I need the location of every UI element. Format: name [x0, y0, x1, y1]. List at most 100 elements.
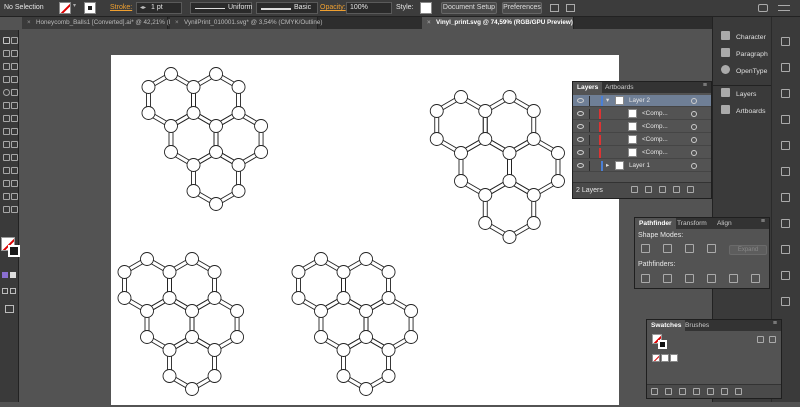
cloud-sync-icon[interactable]: [679, 388, 686, 395]
dock-character[interactable]: Character: [721, 31, 766, 45]
perspective-grid-icon[interactable]: [11, 141, 18, 148]
show-kinds-icon[interactable]: [665, 388, 672, 395]
selection-tool-icon[interactable]: [3, 37, 10, 44]
symbols-panel-icon[interactable]: [781, 141, 790, 150]
mesh-tool-icon[interactable]: [3, 154, 10, 161]
locate-object-icon[interactable]: [631, 186, 638, 193]
new-sublayer-icon[interactable]: [659, 186, 666, 193]
fill-dropdown[interactable]: ▾: [73, 2, 81, 14]
dock-paragraph[interactable]: Paragraph: [721, 48, 768, 62]
gradient-panel-icon[interactable]: [781, 193, 790, 202]
swatch-white[interactable]: [661, 354, 669, 362]
blend-tool-icon[interactable]: [11, 167, 18, 174]
sublayer-row[interactable]: <Comp...: [573, 108, 711, 120]
layer-row[interactable]: ▸ Layer 1: [573, 160, 711, 172]
tab-vynilprint[interactable]: × VynilPrint_010001.svg* @ 3,54% (CMYK/Ou…: [170, 17, 322, 29]
brush-select[interactable]: Basic: [256, 2, 318, 14]
tab-layers[interactable]: Layers: [573, 82, 603, 93]
draw-normal-icon[interactable]: [2, 288, 8, 294]
panel-options-icon[interactable]: [758, 4, 768, 12]
stroke-swatch-icon[interactable]: [658, 340, 667, 349]
minus-back-icon[interactable]: [751, 274, 760, 283]
type-tool-icon[interactable]: [3, 76, 10, 83]
line-tool-icon[interactable]: [11, 76, 18, 83]
new-layer-icon[interactable]: [673, 186, 680, 193]
slice-tool-icon[interactable]: [11, 193, 18, 200]
stroke-swatch[interactable]: [84, 2, 96, 14]
gradient-tool-icon[interactable]: [11, 154, 18, 161]
direct-selection-tool-icon[interactable]: [11, 37, 18, 44]
brushes-panel-icon[interactable]: [781, 115, 790, 124]
make-clipping-mask-icon[interactable]: [645, 186, 652, 193]
dock-artboards[interactable]: Artboards: [721, 105, 765, 119]
target-icon[interactable]: [691, 98, 697, 104]
eyedropper-icon[interactable]: [3, 167, 10, 174]
eraser-icon[interactable]: [11, 102, 18, 109]
swatch-registration[interactable]: [670, 354, 678, 362]
color-guide-icon[interactable]: [781, 63, 790, 72]
target-icon[interactable]: [691, 150, 697, 156]
tab-swatches[interactable]: Swatches: [647, 320, 686, 331]
menu-icon[interactable]: [778, 5, 790, 11]
paintbrush-icon[interactable]: [11, 89, 18, 96]
draw-behind-icon[interactable]: [10, 288, 16, 294]
tab-align[interactable]: Align: [713, 218, 736, 229]
color-panel-icon[interactable]: [781, 37, 790, 46]
preferences-button[interactable]: Preferences: [502, 2, 542, 14]
hand-tool-icon[interactable]: [3, 206, 10, 213]
curvature-tool-icon[interactable]: [11, 63, 18, 70]
graphic-styles-icon[interactable]: [781, 271, 790, 280]
width-tool-icon[interactable]: [3, 128, 10, 135]
divide-icon[interactable]: [641, 274, 650, 283]
target-icon[interactable]: [691, 124, 697, 130]
swatches-panel-icon[interactable]: [781, 89, 790, 98]
visibility-eye-icon[interactable]: [577, 124, 584, 129]
outline-icon[interactable]: [729, 274, 738, 283]
column-graph-icon[interactable]: [11, 180, 18, 187]
swatch-libraries-icon[interactable]: [651, 388, 658, 395]
sublayer-row[interactable]: <Comp...: [573, 147, 711, 159]
rotate-tool-icon[interactable]: [3, 115, 10, 122]
swatch-options-icon[interactable]: [693, 388, 700, 395]
target-icon[interactable]: [691, 111, 697, 117]
stroke-profile-select[interactable]: Uniform: [190, 2, 253, 14]
transform-icon[interactable]: [566, 4, 575, 12]
minus-front-icon[interactable]: [663, 244, 672, 253]
tab-artboards[interactable]: Artboards: [601, 82, 638, 93]
visibility-eye-icon[interactable]: [577, 137, 584, 142]
free-transform-icon[interactable]: [11, 128, 18, 135]
stroke-label[interactable]: Stroke:: [110, 4, 132, 11]
target-icon[interactable]: [691, 163, 697, 169]
visibility-eye-icon[interactable]: [577, 98, 584, 103]
target-icon[interactable]: [691, 137, 697, 143]
pencil-icon[interactable]: [3, 102, 10, 109]
delete-swatch-icon[interactable]: [735, 388, 742, 395]
fill-swatch[interactable]: [59, 2, 71, 14]
exclude-icon[interactable]: [707, 244, 716, 253]
artboard-tool-icon[interactable]: [3, 193, 10, 200]
opacity-input[interactable]: 100%: [346, 2, 392, 14]
panel-menu-icon[interactable]: ≡: [773, 320, 777, 327]
stroke-color-icon[interactable]: [8, 245, 20, 257]
disclosure-arrow-icon[interactable]: ▸: [606, 160, 609, 172]
disclosure-arrow-icon[interactable]: ▾: [606, 95, 609, 107]
pen-tool-icon[interactable]: [3, 63, 10, 70]
tab-brushes[interactable]: Brushes: [681, 320, 713, 331]
opacity-label[interactable]: Opacity:: [320, 4, 346, 11]
new-swatch-icon[interactable]: [721, 388, 728, 395]
align-icon[interactable]: [550, 4, 559, 12]
dock-layers[interactable]: Layers: [721, 88, 756, 102]
stroke-weight-input[interactable]: ◂▸ 1 pt: [136, 2, 182, 14]
sublayer-row[interactable]: <Comp...: [573, 134, 711, 146]
visibility-eye-icon[interactable]: [577, 150, 584, 155]
gradient-mode-icon[interactable]: [10, 272, 16, 278]
lasso-icon[interactable]: [11, 50, 18, 57]
panel-menu-icon[interactable]: ≡: [761, 218, 765, 225]
trash-icon[interactable]: [687, 186, 694, 193]
stroke-panel-icon[interactable]: [781, 167, 790, 176]
artboard-canvas[interactable]: [111, 55, 619, 405]
style-swatch[interactable]: [420, 2, 432, 14]
ellipse-tool-icon[interactable]: [3, 89, 10, 96]
close-icon[interactable]: ×: [427, 17, 431, 29]
swatch-none[interactable]: [652, 354, 660, 362]
